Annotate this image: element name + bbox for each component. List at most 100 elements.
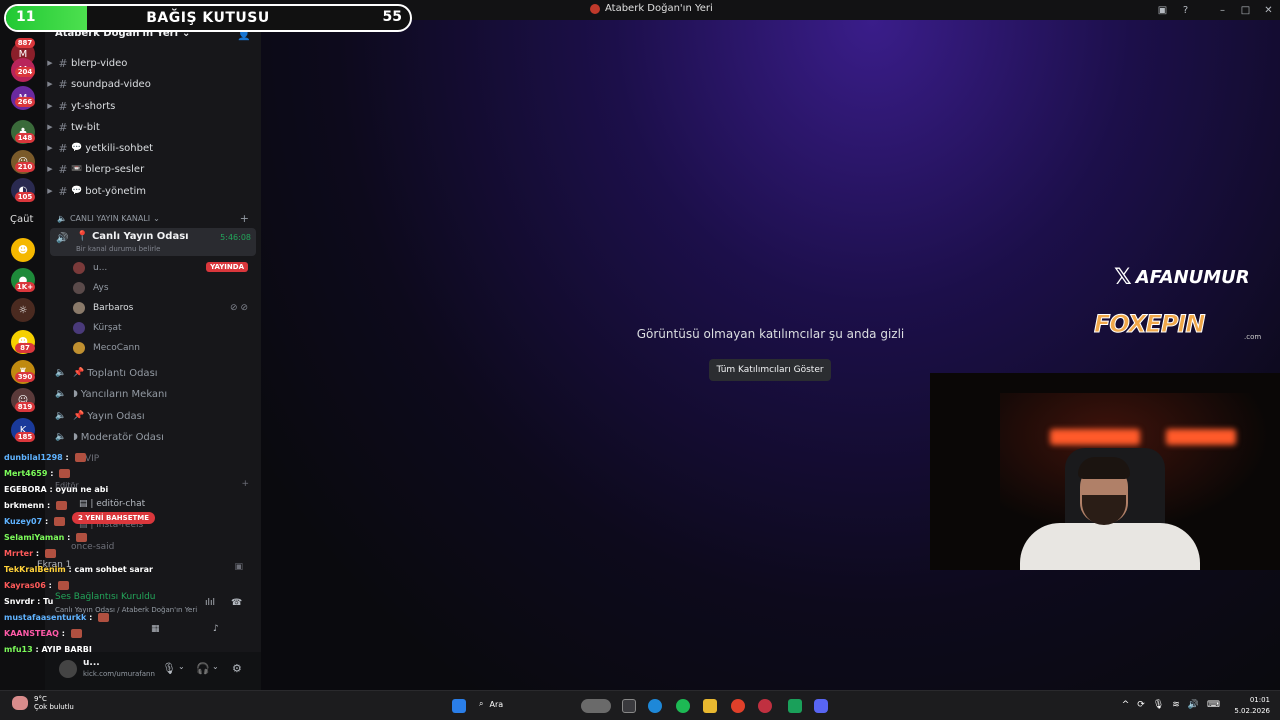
chat-username[interactable]: Kayras06 xyxy=(4,581,46,590)
channel-item[interactable]: ▶ # blerp-video xyxy=(45,53,261,73)
show-all-participants-button[interactable]: Tüm Katılımcıları Göster xyxy=(709,359,831,381)
folder-label[interactable]: Çaüt xyxy=(10,214,33,225)
window-title-text: Ataberk Doğan'ın Yeri xyxy=(605,3,713,14)
chevron-down-icon: ⌄ xyxy=(153,214,160,223)
voice-channel-item[interactable]: 🔈 ◗ Moderatör Odası xyxy=(55,427,255,447)
close-icon[interactable]: ✕ xyxy=(1257,0,1280,20)
chat-username[interactable]: mfu13 xyxy=(4,645,33,654)
x-logo-icon: 𝕏 xyxy=(1114,265,1132,290)
speaker-icon: 🔈 xyxy=(57,214,67,223)
settings-gear-icon[interactable]: ⚙ xyxy=(232,662,242,675)
chat-username[interactable]: dunbilal1298 xyxy=(4,453,63,462)
channel-item[interactable]: ▶ # 💬 yetkili-sohbet xyxy=(45,138,261,158)
microphone-icon[interactable]: 🎙 xyxy=(162,662,176,675)
voice-user-name: MecoCann xyxy=(93,343,140,353)
minimize-icon[interactable]: – xyxy=(1211,0,1234,20)
voice-user[interactable]: MecoCann xyxy=(73,339,253,357)
channel-name: yetkili-sohbet xyxy=(85,142,154,154)
sync-icon[interactable]: ⟳ xyxy=(1137,700,1145,710)
server-badge: 105 xyxy=(15,192,35,202)
file-explorer-icon[interactable] xyxy=(703,699,717,713)
chrome-icon[interactable] xyxy=(731,699,745,713)
wifi-icon[interactable]: ≋ xyxy=(1172,700,1180,710)
channel-item[interactable]: ▶ # 💬 bot-yönetim xyxy=(45,181,261,201)
chevron-down-icon[interactable]: ⌄ xyxy=(212,662,219,671)
avatar xyxy=(73,262,85,274)
headphones-icon[interactable]: 🎧 xyxy=(196,662,210,675)
category-header[interactable]: 🔈 CANLI YAYIN KANALI ⌄ xyxy=(57,214,160,223)
voice-user[interactable]: Barbaros ⊘ ⊘ xyxy=(73,299,253,317)
avatar xyxy=(73,322,85,334)
voice-channel-name: Moderatör Odası xyxy=(80,431,164,443)
voice-user[interactable]: Kürşat xyxy=(73,319,253,337)
help-icon[interactable]: ? xyxy=(1174,0,1197,20)
chevron-up-icon[interactable]: ^ xyxy=(1122,700,1130,710)
avatar[interactable] xyxy=(59,660,77,678)
voice-channel-item[interactable]: 🔈 ◗ Yancıların Mekanı xyxy=(55,384,255,404)
edge-icon[interactable] xyxy=(648,699,662,713)
chat-message: TekKralBenim : cam sohbet sarar xyxy=(4,565,153,574)
expand-icon: ▶ xyxy=(47,59,53,67)
search-label: Ara xyxy=(489,699,504,709)
channel-item[interactable]: ▶ # 📼 blerp-sesler xyxy=(45,159,261,179)
chat-text: cam sohbet sarar xyxy=(74,565,153,574)
chat-username[interactable]: brkmenn xyxy=(4,501,44,510)
voice-channel-status[interactable]: Bir kanal durumu belirle xyxy=(76,245,160,253)
chat-username[interactable]: EGEBORA xyxy=(4,485,47,494)
taskbar-search[interactable]: ⌕ Ara xyxy=(479,699,503,709)
voice-channel-item[interactable]: 🔈 📌 Toplantı Odası xyxy=(55,363,255,383)
server-badge: 148 xyxy=(15,133,35,143)
windows-start-icon[interactable] xyxy=(452,699,466,713)
muted-icon: ⊘ ⊘ xyxy=(230,303,248,313)
channel-item[interactable]: ▶ # yt-shorts xyxy=(45,96,261,116)
voice-user[interactable]: u... YAYINDA xyxy=(73,259,253,277)
channel-item[interactable]: ▶ # soundpad-video xyxy=(45,74,261,94)
maximize-icon[interactable]: □ xyxy=(1234,0,1257,20)
voice-channel-item[interactable]: 🔈 📌 Yayın Odası xyxy=(55,406,255,426)
search-icon: ⌕ xyxy=(479,699,484,708)
user-status: kick.com/umurafann xyxy=(83,670,155,678)
moon-icon: ◗ xyxy=(73,432,78,442)
server-icon-9[interactable]: ☼ xyxy=(11,298,35,322)
task-view-icon[interactable] xyxy=(622,699,636,713)
voice-user[interactable]: Ays xyxy=(73,279,253,297)
chat-username[interactable]: Mert4659 xyxy=(4,469,47,478)
microphone-icon[interactable]: 🎙 xyxy=(1153,700,1164,710)
spotify-icon[interactable] xyxy=(676,699,690,713)
volume-icon[interactable]: 🔊 xyxy=(1188,700,1199,710)
inbox-icon[interactable]: ▣ xyxy=(1151,0,1174,20)
chat-username[interactable]: mustafaasenturkk xyxy=(4,613,86,622)
keyboard-icon[interactable]: ⌨ xyxy=(1207,700,1220,710)
widgets-icon[interactable] xyxy=(581,699,611,713)
chat-username[interactable]: KAANSTEAQ xyxy=(4,629,59,638)
minimize-button[interactable] xyxy=(1197,0,1211,20)
chat-username[interactable]: Snvrdr xyxy=(4,597,34,606)
discord-icon[interactable] xyxy=(814,699,828,713)
channel-item[interactable]: ▶ # tw-bit xyxy=(45,117,261,137)
chat-message: EGEBORA : oyun ne abi xyxy=(4,485,108,494)
server-icon-7[interactable]: ☻ xyxy=(11,238,35,262)
expand-icon: ▶ xyxy=(47,187,53,195)
chat-message: mustafaasenturkk : xyxy=(4,613,110,622)
add-channel-icon[interactable]: + xyxy=(240,212,249,225)
add-channel-icon[interactable]: + xyxy=(241,479,249,489)
emote-icon xyxy=(44,549,56,558)
active-voice-channel[interactable]: 🔊 📍 Canlı Yayın Odası Bir kanal durumu b… xyxy=(50,228,256,256)
chat-username[interactable]: SelamiYaman xyxy=(4,533,64,542)
chat-app-icon[interactable] xyxy=(788,699,802,713)
chat-username[interactable]: Mrrter xyxy=(4,549,33,558)
channel-emoji: 📼 xyxy=(71,164,83,174)
chat-username[interactable]: Kuzey07 xyxy=(4,517,42,526)
chat-separator: : xyxy=(34,597,44,606)
weather-widget[interactable]: 9°C Çok bulutlu xyxy=(12,695,74,711)
stage-area xyxy=(261,20,1280,690)
chat-message: dunbilal1298 : xyxy=(4,453,86,462)
live-badge: YAYINDA xyxy=(206,262,248,272)
app-icon[interactable] xyxy=(758,699,772,713)
chevron-down-icon[interactable]: ⌄ xyxy=(178,662,185,671)
chat-username[interactable]: TekKralBenim xyxy=(4,565,66,574)
category-name: CANLI YAYIN KANALI xyxy=(69,214,151,223)
chat-message: KAANSTEAQ : xyxy=(4,629,82,638)
clock[interactable]: 01:01 5.02.2026 xyxy=(1234,695,1270,717)
chat-message: Snvrdr : Tu xyxy=(4,597,53,606)
